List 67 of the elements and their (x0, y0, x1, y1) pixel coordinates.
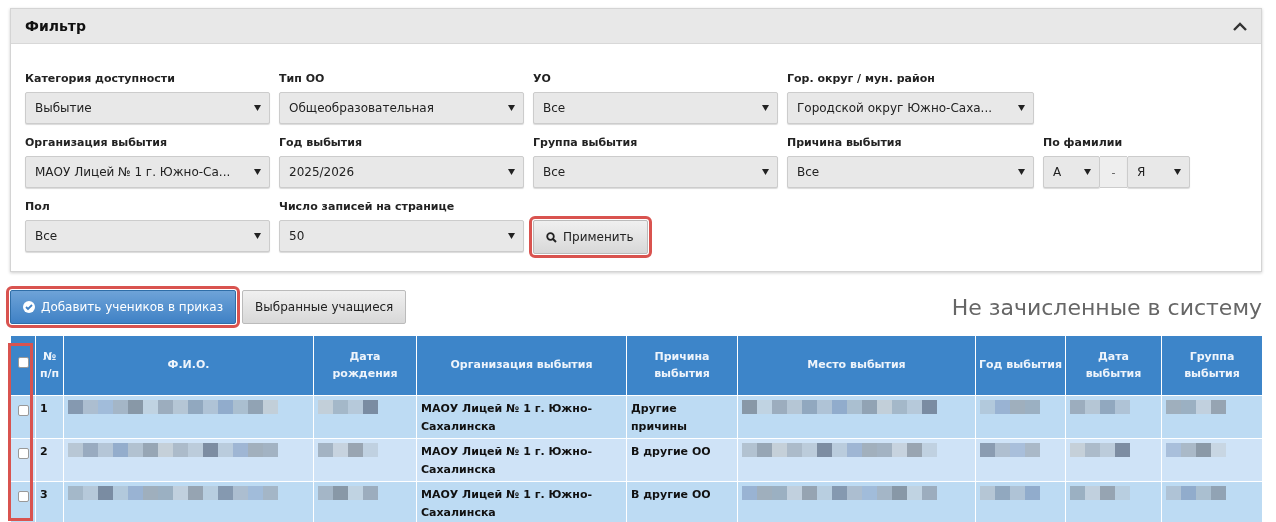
dropdown-arrow-icon (1018, 169, 1025, 175)
dropdown[interactable]: Все (533, 92, 778, 124)
blurred-text-drawing (980, 400, 1040, 414)
field-label: Организация выбытия (25, 135, 168, 151)
dropdown[interactable]: Все (25, 220, 270, 252)
field-label: УО (533, 71, 552, 87)
section-heading: Не зачисленные в систему (951, 294, 1262, 320)
dropdown[interactable]: 50 (279, 220, 524, 252)
blurred-text-drawing (1070, 486, 1130, 500)
field-label: По фамилии (1043, 135, 1124, 151)
field-label: Число записей на странице (279, 199, 456, 215)
dropdown[interactable]: 2025/2026 (279, 156, 524, 188)
row-checkbox[interactable] (17, 448, 29, 459)
blurred-text-drawing (1166, 443, 1226, 457)
dropdown-arrow-icon (1084, 169, 1091, 175)
dropdown[interactable]: А (1043, 156, 1100, 188)
table-cell: 1 (40, 402, 48, 415)
dropdown-arrow-icon (508, 233, 515, 239)
field-label: Тип ОО (279, 71, 326, 87)
blurred-text-drawing (318, 486, 378, 500)
panel-title: Фильтр (25, 18, 86, 34)
table-cell: МАОУ Лицей № 1 г. Южно-Сахалинска (421, 488, 592, 519)
dropdown-arrow-icon (254, 233, 261, 239)
dropdown-arrow-icon (762, 169, 769, 175)
dropdown-arrow-icon (254, 105, 261, 111)
table-cell: МАОУ Лицей № 1 г. Южно-Сахалинска (421, 445, 592, 476)
row-checkbox[interactable] (17, 491, 29, 502)
blurred-text-drawing (1070, 443, 1130, 457)
range-separator: - (1100, 156, 1127, 188)
dropdown-arrow-icon (508, 105, 515, 111)
dropdown[interactable]: Выбытие (25, 92, 270, 124)
dropdown[interactable]: Все (533, 156, 778, 188)
blurred-text-drawing (1166, 400, 1226, 414)
table-cell: 2 (40, 445, 48, 458)
field-label: Причина выбытия (787, 135, 903, 151)
table-cell: 3 (40, 488, 48, 501)
field-label: Пол (25, 199, 51, 215)
field-label: Группа выбытия (533, 135, 639, 151)
field-label: Гор. округ / мун. район (787, 71, 936, 87)
field-label: Год выбытия (279, 135, 363, 151)
dropdown[interactable]: Городской округ Южно-Саха... (787, 92, 1034, 124)
blurred-text-drawing (1166, 486, 1226, 500)
dropdown-arrow-icon (1174, 169, 1181, 175)
blurred-text-drawing (318, 400, 378, 414)
table-cell: В другие ОО (631, 445, 711, 458)
action-button[interactable]: Выбранные учащиеся (242, 290, 407, 324)
search-icon (546, 231, 557, 243)
table-cell: Другие причины (631, 402, 687, 433)
dropdown[interactable]: Все (787, 156, 1034, 188)
check-circle-icon (23, 301, 35, 313)
blurred-text-drawing (1070, 400, 1130, 414)
select-all-checkbox[interactable] (17, 357, 29, 369)
dropdown-arrow-icon (762, 105, 769, 111)
dropdown-arrow-icon (508, 169, 515, 175)
row-checkbox[interactable] (17, 405, 29, 416)
blurred-text-drawing (318, 443, 378, 457)
table-cell: МАОУ Лицей № 1 г. Южно-Сахалинска (421, 402, 592, 433)
collapse-chevron-icon[interactable] (1233, 21, 1247, 31)
dropdown[interactable]: Общеобразовательная (279, 92, 524, 124)
blurred-text-drawing (980, 443, 1040, 457)
blurred-text-drawing (980, 486, 1040, 500)
dropdown-arrow-icon (254, 169, 261, 175)
table-cell: В другие ОО (631, 488, 711, 501)
dropdown[interactable]: МАОУ Лицей № 1 г. Южно-Са... (25, 156, 270, 188)
field-label: Категория доступности (25, 71, 176, 87)
dropdown-arrow-icon (1018, 105, 1025, 111)
dropdown[interactable]: Я (1127, 156, 1190, 188)
